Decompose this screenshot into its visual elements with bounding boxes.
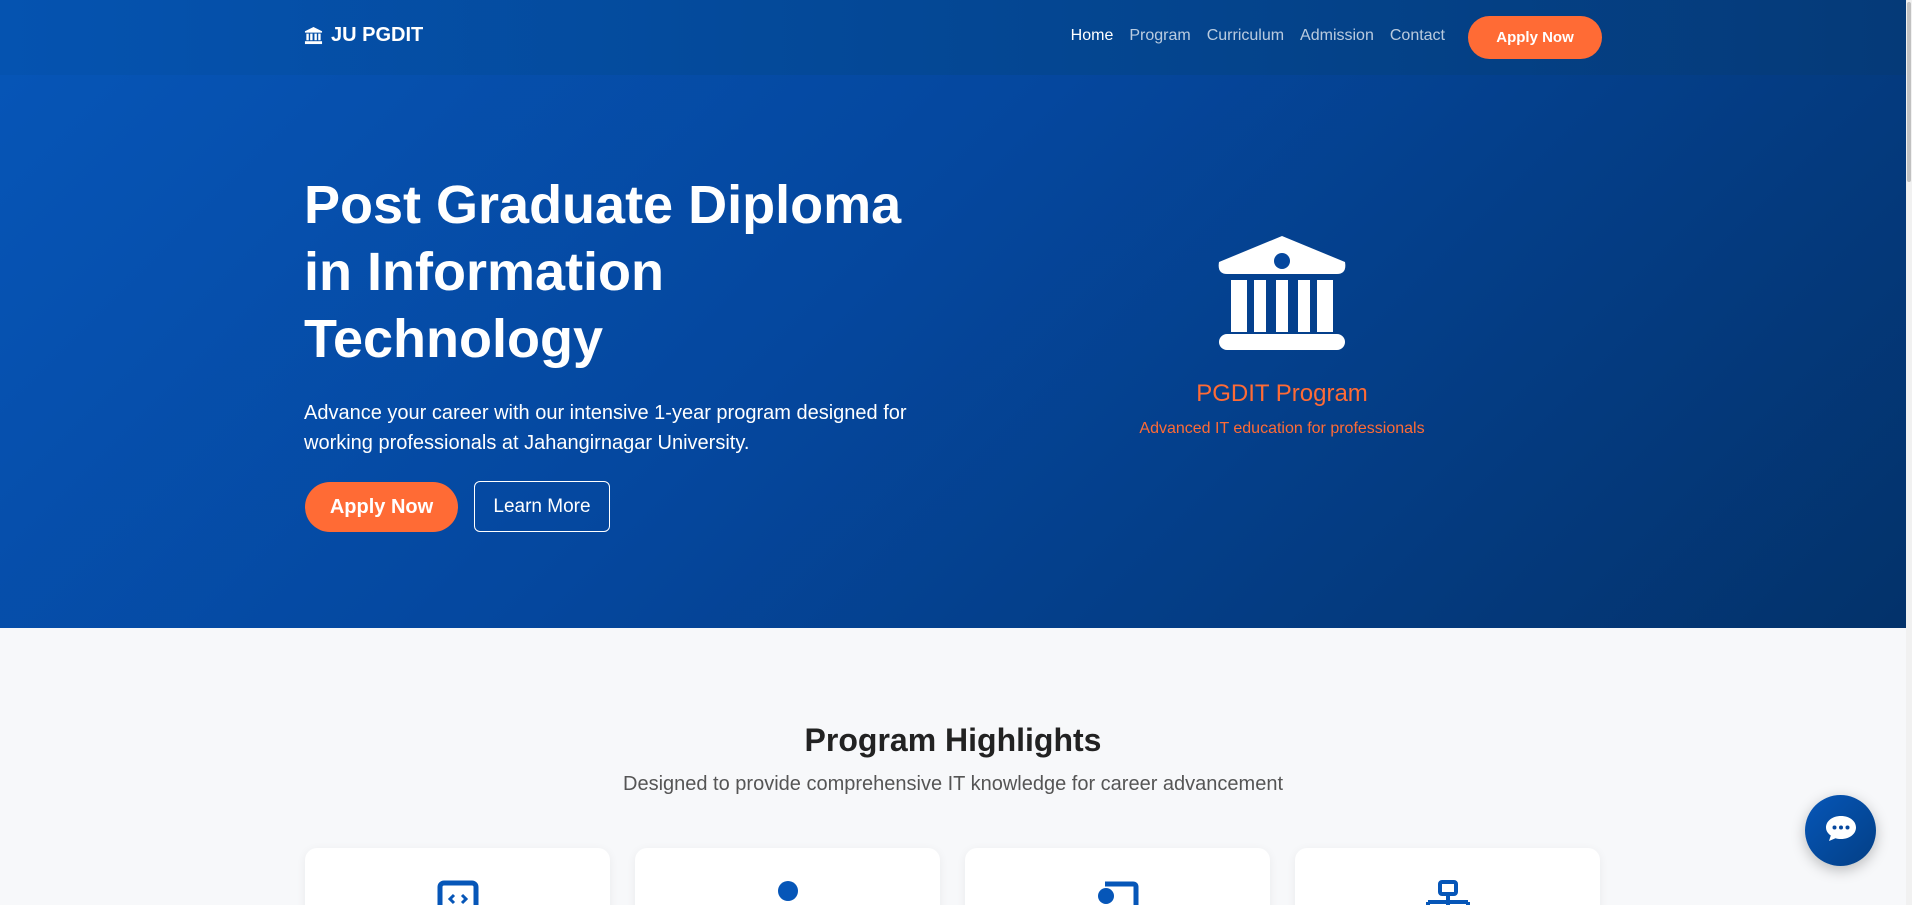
navbar: JU PGDIT Home Program Curriculum Admissi… [0,0,1912,75]
brand-link[interactable]: JU PGDIT [304,24,423,47]
hero-section: JU PGDIT Home Program Curriculum Admissi… [0,0,1912,628]
hero-apply-button[interactable]: Apply Now [305,482,458,532]
highlight-card [1295,848,1600,905]
main-nav: Home Program Curriculum Admission Contac… [1071,27,1445,45]
hero-title: Post Graduate Diploma in Information Tec… [304,175,902,369]
nav-link-admission[interactable]: Admission [1300,27,1374,45]
learn-more-button[interactable]: Learn More [474,481,610,532]
program-card: PGDIT Program Advanced IT education for … [1082,228,1482,438]
highlight-card [965,848,1270,905]
program-card-subtitle: Advanced IT education for professionals [1139,420,1425,437]
nav-link-curriculum[interactable]: Curriculum [1207,27,1284,45]
scrollbar-thumb[interactable] [1907,2,1911,182]
hero-subtitle: Advance your career with our intensive 1… [304,402,907,454]
nav-apply-button[interactable]: Apply Now [1468,16,1602,59]
highlight-card [635,848,940,905]
highlights-title: Program Highlights [804,722,1102,758]
university-icon [304,26,323,45]
brand-name: JU PGDIT [331,24,424,46]
nav-link-program[interactable]: Program [1129,27,1190,45]
chat-icon [1825,814,1857,847]
highlight-card [305,848,610,905]
program-card-title: PGDIT Program [1196,380,1368,407]
university-icon [1082,228,1482,358]
scrollbar[interactable] [1906,0,1912,905]
highlights-subtitle: Designed to provide comprehensive IT kno… [623,773,1283,795]
chat-button[interactable] [1805,795,1876,866]
nav-link-home[interactable]: Home [1071,27,1114,45]
nav-link-contact[interactable]: Contact [1390,27,1445,45]
